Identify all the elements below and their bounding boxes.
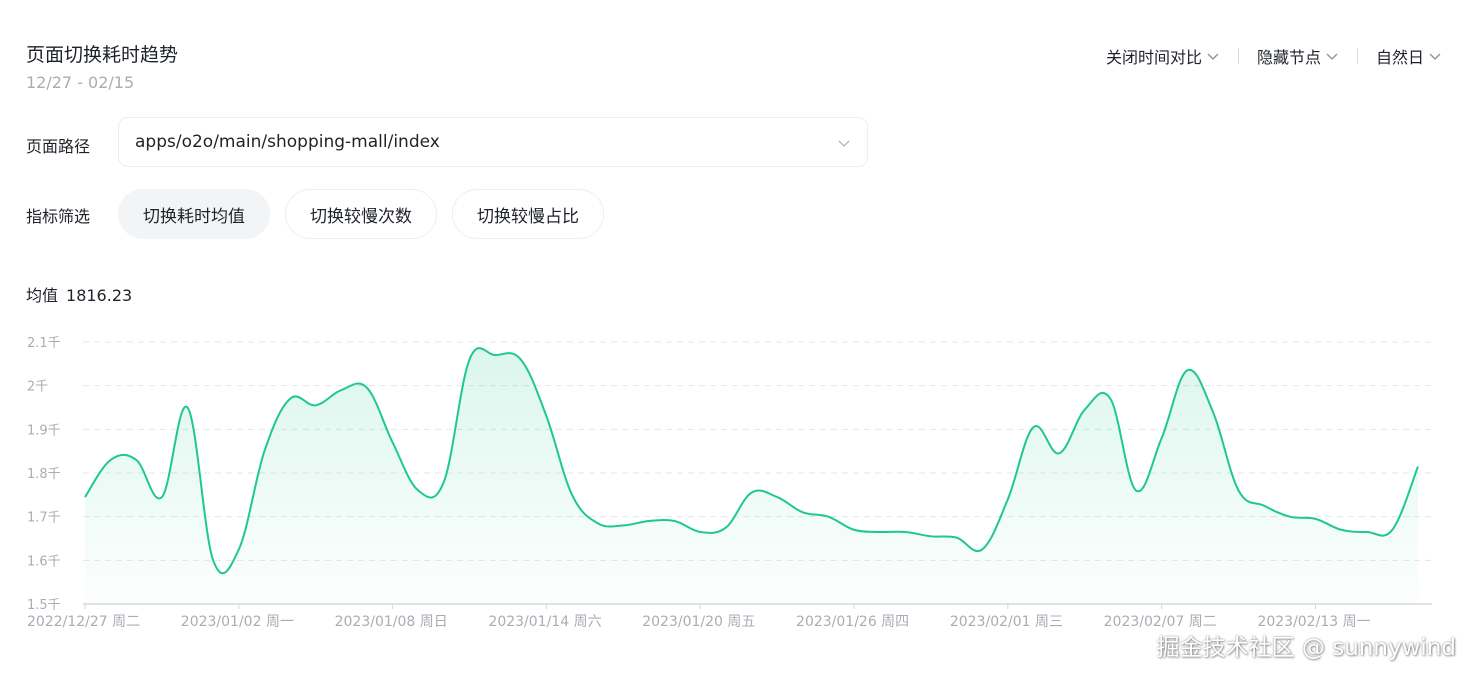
average-label: 均值 xyxy=(26,286,59,305)
y-tick-label: 2千 xyxy=(27,380,48,395)
y-tick-label: 1.8千 xyxy=(27,467,61,482)
chip-slow-count[interactable]: 切换较慢次数 xyxy=(285,189,437,239)
top-controls: 关闭时间对比 隐藏节点 自然日 xyxy=(1106,44,1442,68)
x-tick-label: 2023/01/02 周一 xyxy=(181,614,294,630)
chip-slow-ratio[interactable]: 切换较慢占比 xyxy=(452,189,604,239)
y-tick-label: 1.9千 xyxy=(27,423,61,438)
x-tick-label: 2023/01/08 周日 xyxy=(335,614,448,630)
chevron-down-icon xyxy=(838,140,850,147)
x-tick-label: 2023/01/26 周四 xyxy=(796,614,909,630)
chevron-down-icon xyxy=(1207,53,1219,60)
hide-nodes-dropdown[interactable]: 隐藏节点 xyxy=(1257,44,1339,68)
metric-chips: 切换耗时均值 切换较慢次数 切换较慢占比 xyxy=(118,189,604,239)
y-tick-label: 1.7千 xyxy=(27,511,61,526)
chevron-down-icon xyxy=(1326,53,1338,60)
trend-chart: 2.1千 2千 1.9千 1.8千 1.7千 1.6千 1.5千 2022/12/27 周二… xyxy=(27,336,1432,630)
average-summary: 均值 1816.23 xyxy=(26,282,132,306)
y-tick-label: 1.6千 xyxy=(27,554,61,569)
page-path-value: apps/o2o/main/shopping-mall/index xyxy=(135,132,440,152)
chip-avg-duration[interactable]: 切换耗时均值 xyxy=(118,189,270,239)
time-compare-dropdown[interactable]: 关闭时间对比 xyxy=(1106,44,1220,68)
x-tick-label: 2023/01/14 周六 xyxy=(488,614,601,630)
x-tick-label: 2023/02/01 周三 xyxy=(950,614,1063,630)
y-tick-label: 2.1千 xyxy=(27,336,61,351)
granularity-dropdown[interactable]: 自然日 xyxy=(1376,44,1442,68)
watermark: 掘金技术社区 @ sunnywind xyxy=(1156,635,1456,661)
page-title: 页面切换耗时趋势 xyxy=(26,44,179,66)
x-tick-label: 2023/01/20 周五 xyxy=(642,614,755,630)
page-path-select[interactable]: apps/o2o/main/shopping-mall/index xyxy=(118,117,868,167)
x-tick-label: 2022/12/27 周二 xyxy=(27,614,140,630)
y-tick-label: 1.5千 xyxy=(27,598,61,613)
average-value: 1816.23 xyxy=(66,286,133,305)
metric-label: 指标筛选 xyxy=(26,207,91,226)
granularity-label: 自然日 xyxy=(1375,48,1424,67)
chevron-down-icon xyxy=(1429,53,1441,60)
date-range: 12/27 - 02/15 xyxy=(26,73,135,92)
time-compare-label: 关闭时间对比 xyxy=(1105,48,1202,67)
divider xyxy=(1356,48,1358,64)
path-label: 页面路径 xyxy=(26,137,91,156)
divider xyxy=(1237,48,1239,64)
hide-nodes-label: 隐藏节点 xyxy=(1256,48,1321,67)
series-area xyxy=(85,348,1418,604)
